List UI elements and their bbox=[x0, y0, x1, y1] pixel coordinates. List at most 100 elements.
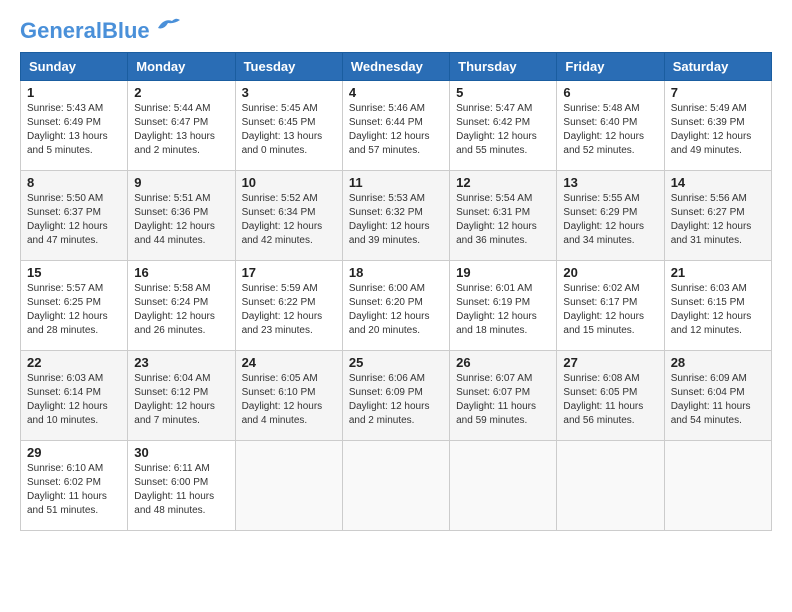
day-info: Sunrise: 6:06 AMSunset: 6:09 PMDaylight:… bbox=[349, 373, 430, 426]
day-info: Sunrise: 6:04 AMSunset: 6:12 PMDaylight:… bbox=[134, 373, 215, 426]
day-info: Sunrise: 5:57 AMSunset: 6:25 PMDaylight:… bbox=[27, 283, 108, 336]
day-number: 15 bbox=[27, 265, 121, 280]
day-info: Sunrise: 5:50 AMSunset: 6:37 PMDaylight:… bbox=[27, 193, 108, 246]
day-number: 29 bbox=[27, 445, 121, 460]
day-number: 19 bbox=[456, 265, 550, 280]
day-info: Sunrise: 5:46 AMSunset: 6:44 PMDaylight:… bbox=[349, 103, 430, 156]
day-number: 16 bbox=[134, 265, 228, 280]
calendar-cell: 14 Sunrise: 5:56 AMSunset: 6:27 PMDaylig… bbox=[664, 171, 771, 261]
calendar-cell: 8 Sunrise: 5:50 AMSunset: 6:37 PMDayligh… bbox=[21, 171, 128, 261]
day-number: 30 bbox=[134, 445, 228, 460]
day-info: Sunrise: 6:11 AMSunset: 6:00 PMDaylight:… bbox=[134, 463, 214, 516]
day-number: 4 bbox=[349, 85, 443, 100]
calendar-cell: 25 Sunrise: 6:06 AMSunset: 6:09 PMDaylig… bbox=[342, 351, 449, 441]
logo: GeneralBlue bbox=[20, 20, 182, 42]
day-number: 8 bbox=[27, 175, 121, 190]
calendar-cell: 22 Sunrise: 6:03 AMSunset: 6:14 PMDaylig… bbox=[21, 351, 128, 441]
day-info: Sunrise: 6:03 AMSunset: 6:14 PMDaylight:… bbox=[27, 373, 108, 426]
day-info: Sunrise: 5:52 AMSunset: 6:34 PMDaylight:… bbox=[242, 193, 323, 246]
col-header-wednesday: Wednesday bbox=[342, 53, 449, 81]
day-number: 28 bbox=[671, 355, 765, 370]
day-number: 21 bbox=[671, 265, 765, 280]
day-number: 27 bbox=[563, 355, 657, 370]
logo-text: GeneralBlue bbox=[20, 20, 150, 42]
day-number: 22 bbox=[27, 355, 121, 370]
calendar-cell: 29 Sunrise: 6:10 AMSunset: 6:02 PMDaylig… bbox=[21, 441, 128, 531]
day-info: Sunrise: 6:09 AMSunset: 6:04 PMDaylight:… bbox=[671, 373, 751, 426]
calendar-cell: 10 Sunrise: 5:52 AMSunset: 6:34 PMDaylig… bbox=[235, 171, 342, 261]
calendar-cell: 4 Sunrise: 5:46 AMSunset: 6:44 PMDayligh… bbox=[342, 81, 449, 171]
col-header-monday: Monday bbox=[128, 53, 235, 81]
calendar-cell: 17 Sunrise: 5:59 AMSunset: 6:22 PMDaylig… bbox=[235, 261, 342, 351]
day-info: Sunrise: 5:47 AMSunset: 6:42 PMDaylight:… bbox=[456, 103, 537, 156]
day-info: Sunrise: 5:55 AMSunset: 6:29 PMDaylight:… bbox=[563, 193, 644, 246]
col-header-friday: Friday bbox=[557, 53, 664, 81]
calendar-cell: 9 Sunrise: 5:51 AMSunset: 6:36 PMDayligh… bbox=[128, 171, 235, 261]
day-number: 14 bbox=[671, 175, 765, 190]
calendar-cell: 23 Sunrise: 6:04 AMSunset: 6:12 PMDaylig… bbox=[128, 351, 235, 441]
day-number: 7 bbox=[671, 85, 765, 100]
day-number: 18 bbox=[349, 265, 443, 280]
day-info: Sunrise: 5:54 AMSunset: 6:31 PMDaylight:… bbox=[456, 193, 537, 246]
day-info: Sunrise: 5:43 AMSunset: 6:49 PMDaylight:… bbox=[27, 103, 108, 156]
day-info: Sunrise: 6:00 AMSunset: 6:20 PMDaylight:… bbox=[349, 283, 430, 336]
day-number: 5 bbox=[456, 85, 550, 100]
day-info: Sunrise: 6:01 AMSunset: 6:19 PMDaylight:… bbox=[456, 283, 537, 336]
calendar-cell: 27 Sunrise: 6:08 AMSunset: 6:05 PMDaylig… bbox=[557, 351, 664, 441]
day-number: 24 bbox=[242, 355, 336, 370]
calendar-cell: 7 Sunrise: 5:49 AMSunset: 6:39 PMDayligh… bbox=[664, 81, 771, 171]
calendar-week-row: 8 Sunrise: 5:50 AMSunset: 6:37 PMDayligh… bbox=[21, 171, 772, 261]
day-number: 23 bbox=[134, 355, 228, 370]
calendar-cell: 24 Sunrise: 6:05 AMSunset: 6:10 PMDaylig… bbox=[235, 351, 342, 441]
day-info: Sunrise: 5:58 AMSunset: 6:24 PMDaylight:… bbox=[134, 283, 215, 336]
day-number: 20 bbox=[563, 265, 657, 280]
calendar-cell bbox=[664, 441, 771, 531]
calendar-cell: 19 Sunrise: 6:01 AMSunset: 6:19 PMDaylig… bbox=[450, 261, 557, 351]
day-info: Sunrise: 5:59 AMSunset: 6:22 PMDaylight:… bbox=[242, 283, 323, 336]
day-info: Sunrise: 6:08 AMSunset: 6:05 PMDaylight:… bbox=[563, 373, 643, 426]
day-info: Sunrise: 5:56 AMSunset: 6:27 PMDaylight:… bbox=[671, 193, 752, 246]
day-number: 11 bbox=[349, 175, 443, 190]
calendar-cell: 16 Sunrise: 5:58 AMSunset: 6:24 PMDaylig… bbox=[128, 261, 235, 351]
col-header-saturday: Saturday bbox=[664, 53, 771, 81]
calendar-cell bbox=[557, 441, 664, 531]
day-number: 26 bbox=[456, 355, 550, 370]
calendar-cell: 21 Sunrise: 6:03 AMSunset: 6:15 PMDaylig… bbox=[664, 261, 771, 351]
day-info: Sunrise: 5:45 AMSunset: 6:45 PMDaylight:… bbox=[242, 103, 323, 156]
calendar-cell: 26 Sunrise: 6:07 AMSunset: 6:07 PMDaylig… bbox=[450, 351, 557, 441]
calendar-week-row: 22 Sunrise: 6:03 AMSunset: 6:14 PMDaylig… bbox=[21, 351, 772, 441]
calendar-cell: 12 Sunrise: 5:54 AMSunset: 6:31 PMDaylig… bbox=[450, 171, 557, 261]
calendar-cell: 28 Sunrise: 6:09 AMSunset: 6:04 PMDaylig… bbox=[664, 351, 771, 441]
day-number: 1 bbox=[27, 85, 121, 100]
calendar-cell: 18 Sunrise: 6:00 AMSunset: 6:20 PMDaylig… bbox=[342, 261, 449, 351]
logo-bird-icon bbox=[154, 16, 182, 36]
day-number: 2 bbox=[134, 85, 228, 100]
calendar-cell: 1 Sunrise: 5:43 AMSunset: 6:49 PMDayligh… bbox=[21, 81, 128, 171]
day-number: 13 bbox=[563, 175, 657, 190]
day-number: 10 bbox=[242, 175, 336, 190]
page-header: GeneralBlue bbox=[20, 20, 772, 42]
calendar-cell: 5 Sunrise: 5:47 AMSunset: 6:42 PMDayligh… bbox=[450, 81, 557, 171]
calendar-header-row: SundayMondayTuesdayWednesdayThursdayFrid… bbox=[21, 53, 772, 81]
calendar-table: SundayMondayTuesdayWednesdayThursdayFrid… bbox=[20, 52, 772, 531]
day-info: Sunrise: 5:44 AMSunset: 6:47 PMDaylight:… bbox=[134, 103, 215, 156]
calendar-cell: 30 Sunrise: 6:11 AMSunset: 6:00 PMDaylig… bbox=[128, 441, 235, 531]
day-number: 12 bbox=[456, 175, 550, 190]
calendar-cell: 11 Sunrise: 5:53 AMSunset: 6:32 PMDaylig… bbox=[342, 171, 449, 261]
col-header-sunday: Sunday bbox=[21, 53, 128, 81]
calendar-cell: 13 Sunrise: 5:55 AMSunset: 6:29 PMDaylig… bbox=[557, 171, 664, 261]
day-info: Sunrise: 5:53 AMSunset: 6:32 PMDaylight:… bbox=[349, 193, 430, 246]
calendar-cell: 6 Sunrise: 5:48 AMSunset: 6:40 PMDayligh… bbox=[557, 81, 664, 171]
day-info: Sunrise: 5:48 AMSunset: 6:40 PMDaylight:… bbox=[563, 103, 644, 156]
day-info: Sunrise: 5:49 AMSunset: 6:39 PMDaylight:… bbox=[671, 103, 752, 156]
calendar-cell bbox=[450, 441, 557, 531]
logo-blue: Blue bbox=[102, 18, 150, 43]
calendar-cell: 20 Sunrise: 6:02 AMSunset: 6:17 PMDaylig… bbox=[557, 261, 664, 351]
col-header-tuesday: Tuesday bbox=[235, 53, 342, 81]
calendar-cell: 2 Sunrise: 5:44 AMSunset: 6:47 PMDayligh… bbox=[128, 81, 235, 171]
day-number: 3 bbox=[242, 85, 336, 100]
calendar-week-row: 1 Sunrise: 5:43 AMSunset: 6:49 PMDayligh… bbox=[21, 81, 772, 171]
col-header-thursday: Thursday bbox=[450, 53, 557, 81]
calendar-week-row: 15 Sunrise: 5:57 AMSunset: 6:25 PMDaylig… bbox=[21, 261, 772, 351]
day-info: Sunrise: 6:05 AMSunset: 6:10 PMDaylight:… bbox=[242, 373, 323, 426]
